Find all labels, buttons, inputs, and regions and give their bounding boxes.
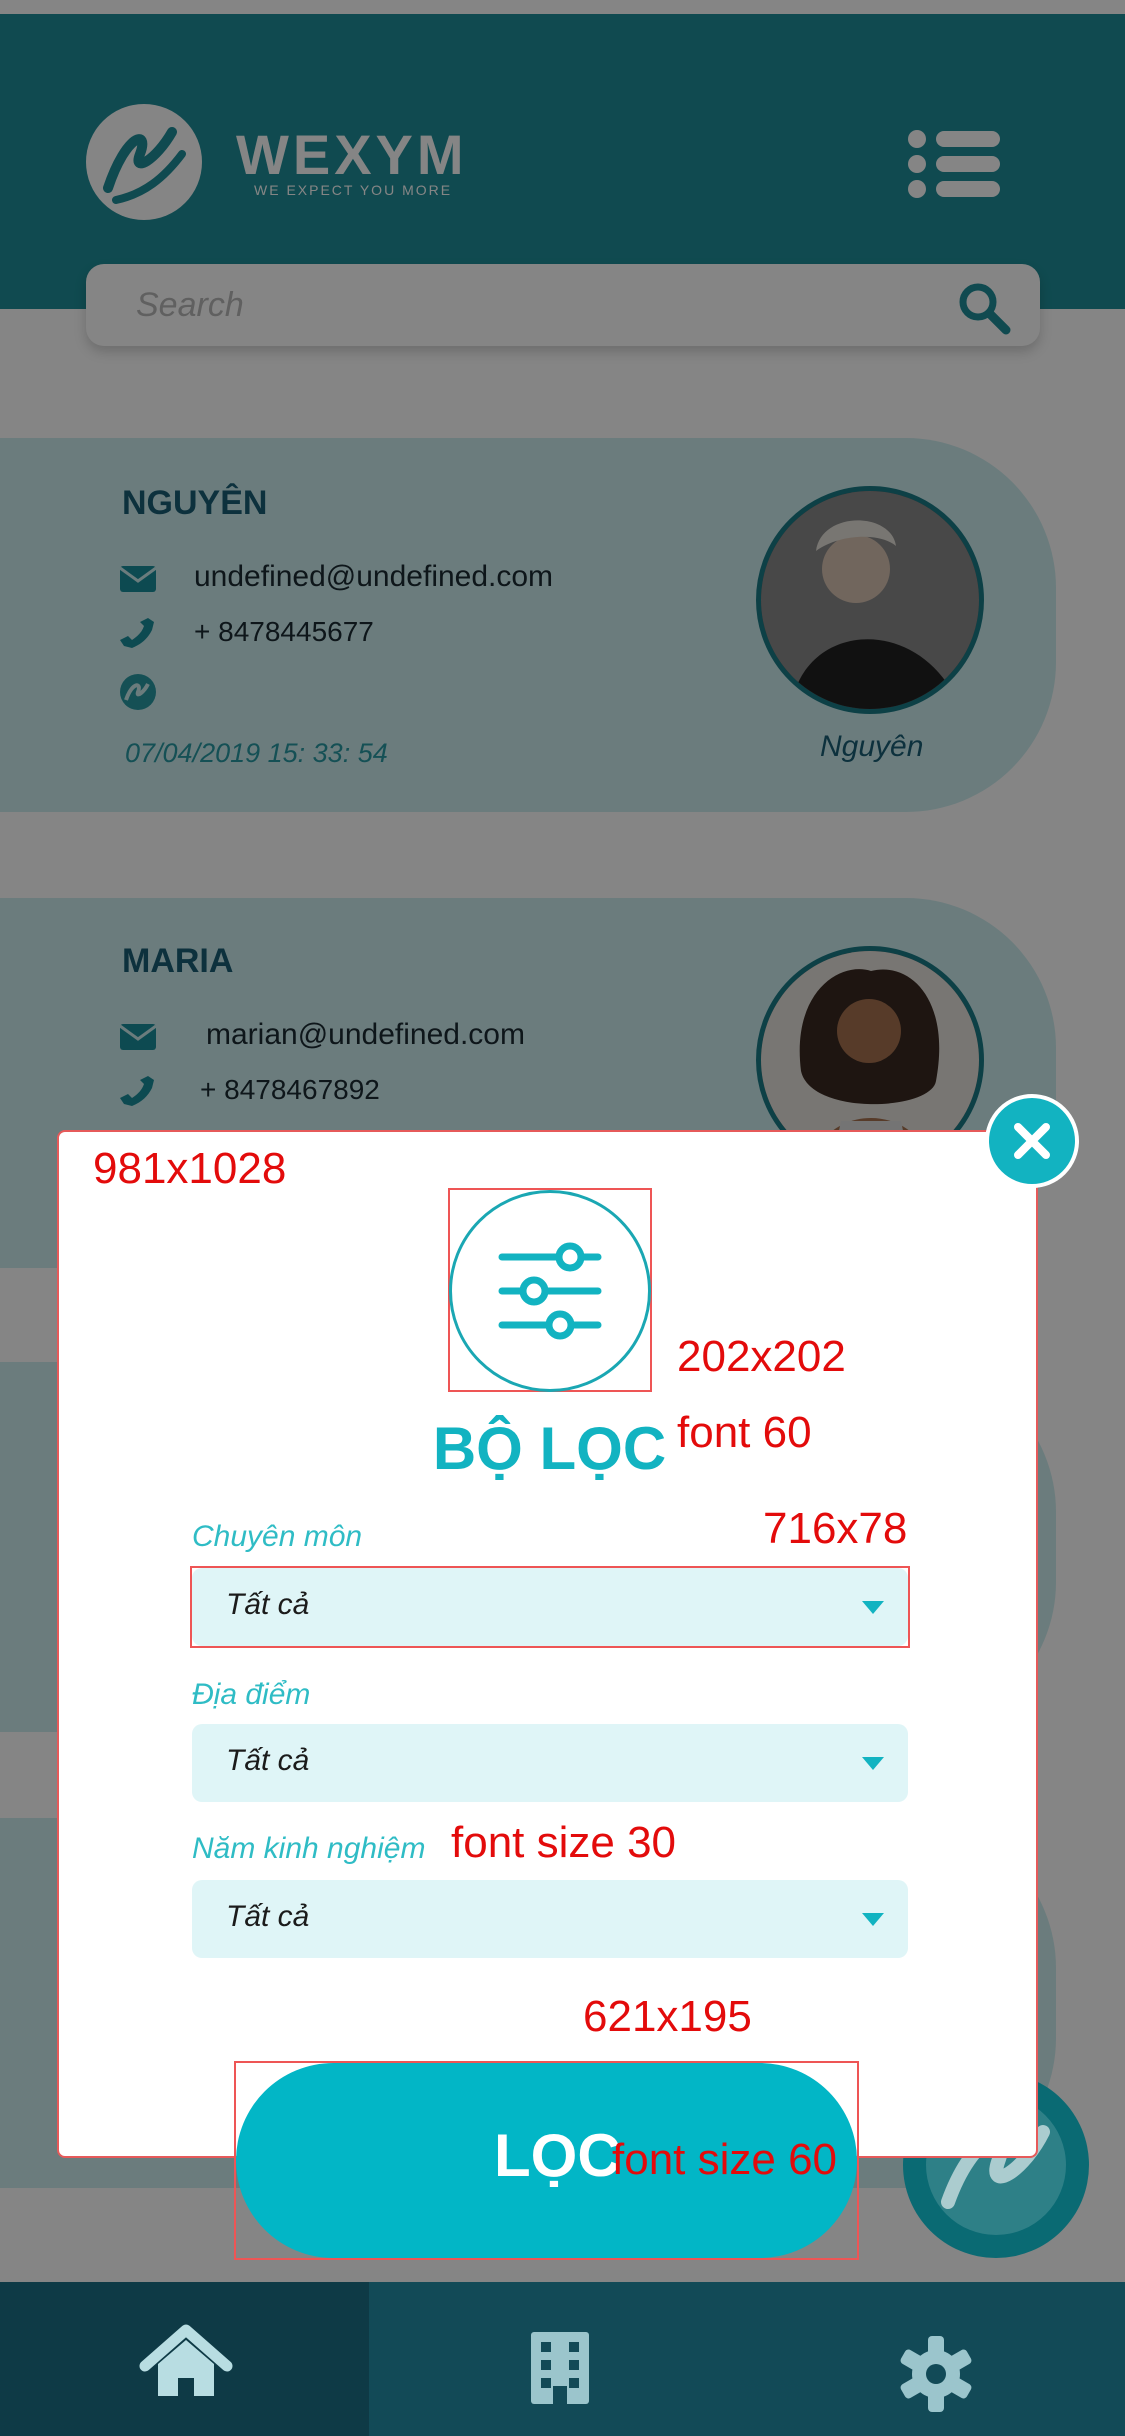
- tab-home[interactable]: [0, 2282, 375, 2436]
- tab-company[interactable]: [369, 2282, 753, 2436]
- apply-filter-label: LỌC: [494, 2122, 621, 2189]
- select-value: Tất cả: [226, 1744, 310, 1777]
- chevron-down-icon: [862, 1601, 884, 1614]
- filter-modal: 981x1028 202x202 BỘ LỌC font 60 Chuyên m…: [57, 1130, 1038, 2158]
- annotation-icon-size: 202x202: [677, 1332, 846, 1381]
- apply-filter-button[interactable]: LỌC font size 60: [236, 2063, 857, 2258]
- modal-title: BỘ LỌC: [432, 1415, 667, 1482]
- field-label-experience: Năm kinh nghiệm: [192, 1832, 426, 1865]
- home-icon: [139, 2324, 233, 2396]
- close-icon: [1014, 1123, 1050, 1159]
- chevron-down-icon: [862, 1913, 884, 1926]
- tab-settings[interactable]: [753, 2282, 1125, 2436]
- bottom-nav: [0, 2282, 1125, 2436]
- annotation-title-font: font 60: [677, 1408, 812, 1457]
- field-label-specialty: Chuyên môn: [192, 1520, 363, 1553]
- chevron-down-icon: [862, 1757, 884, 1770]
- annotation-select-size: 716x78: [763, 1504, 908, 1553]
- annotation-label-font: font size 30: [451, 1818, 677, 1867]
- select-value: Tất cả: [226, 1588, 310, 1621]
- field-label-location: Địa điểm: [192, 1678, 311, 1711]
- close-button[interactable]: [985, 1094, 1079, 1188]
- annotation-modal-size: 981x1028: [93, 1144, 287, 1193]
- building-icon: [531, 2332, 589, 2404]
- select-specialty[interactable]: Tất cả: [192, 1568, 908, 1646]
- annotation-button-size: 621x195: [583, 1992, 752, 2041]
- select-value: Tất cả: [226, 1900, 310, 1933]
- sliders-icon: [449, 1190, 651, 1392]
- annotation-button-font: font size 60: [612, 2135, 838, 2184]
- select-location[interactable]: Tất cả: [192, 1724, 908, 1802]
- select-experience[interactable]: Tất cả: [192, 1880, 908, 1958]
- gear-icon: [900, 2336, 972, 2412]
